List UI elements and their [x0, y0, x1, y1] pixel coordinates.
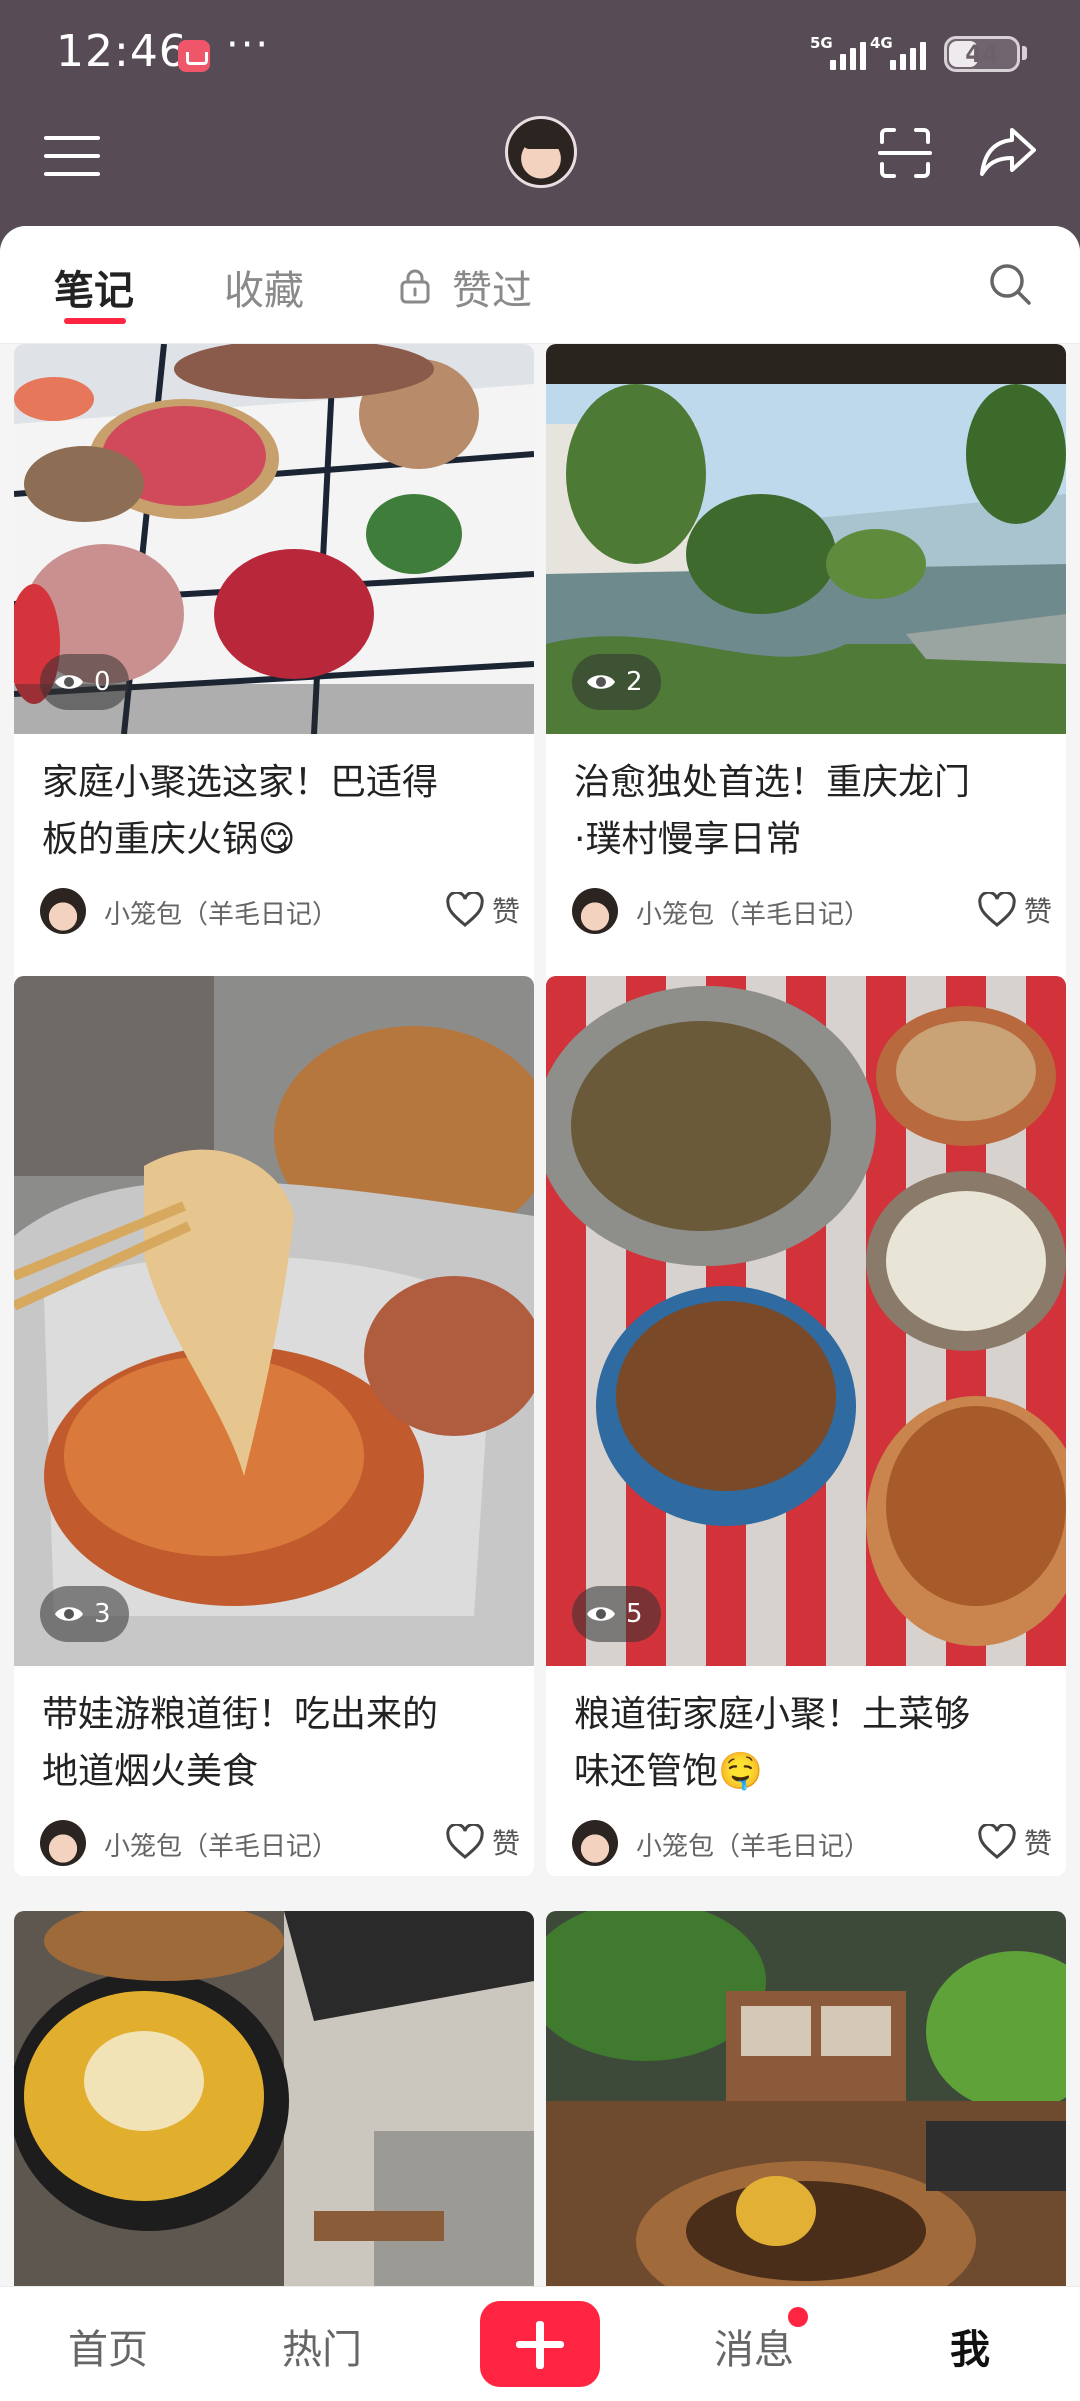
- note-footer: 小笼包（羊毛日记） 赞: [572, 884, 1052, 940]
- author-name[interactable]: 小笼包（羊毛日记）: [104, 1826, 338, 1863]
- create-post-button[interactable]: [480, 2301, 600, 2387]
- author-avatar[interactable]: [572, 1820, 618, 1866]
- nav-home[interactable]: 首页: [68, 2317, 148, 2375]
- eye-icon: [55, 1607, 83, 1621]
- views-badge: 5: [572, 1586, 661, 1642]
- views-count: 0: [94, 667, 111, 697]
- profile-header: [0, 110, 1080, 225]
- note-title-line: 粮道街家庭小聚！土菜够: [574, 1694, 971, 1735]
- hamburger-menu-icon[interactable]: [44, 136, 100, 184]
- note-card[interactable]: [546, 1911, 1066, 2286]
- heart-icon: [446, 1824, 484, 1859]
- share-icon[interactable]: [978, 124, 1038, 180]
- note-card[interactable]: 5 粮道街家庭小聚！土菜够 味还管饱🤤 小笼包（羊毛日记） 赞: [546, 976, 1066, 1876]
- eye-icon: [55, 675, 83, 689]
- note-card[interactable]: [14, 1911, 534, 2286]
- note-title-line: 治愈独处首选！重庆龙门: [574, 762, 971, 803]
- note-title-line: 家庭小聚选这家！巴适得: [42, 762, 439, 803]
- scan-icon[interactable]: [878, 126, 932, 180]
- battery-tip: [1022, 46, 1027, 60]
- note-cover-image: [546, 1911, 1066, 2286]
- lock-icon: [400, 269, 430, 304]
- store-app-icon: [178, 40, 210, 72]
- heart-icon: [978, 1824, 1016, 1859]
- unread-badge: [788, 2307, 808, 2327]
- battery-percent: 44: [965, 40, 999, 68]
- note-title-line: 地道烟火美食: [42, 1751, 259, 1792]
- like-label: 赞: [1023, 895, 1052, 928]
- note-title[interactable]: 带娃游粮道街！吃出来的 地道烟火美食: [42, 1686, 512, 1800]
- note-cover-image: [546, 976, 1066, 1666]
- views-badge: 2: [572, 654, 661, 710]
- note-footer: 小笼包（羊毛日记） 赞: [40, 1816, 520, 1872]
- note-title-line: ·璞村慢享日常: [574, 819, 802, 860]
- status-time: 12:46: [56, 26, 188, 77]
- more-notifications-icon: ···: [226, 22, 271, 68]
- signal-4g-icon: [890, 38, 926, 70]
- search-icon[interactable]: [988, 262, 1032, 306]
- like-button[interactable]: 赞: [446, 890, 520, 930]
- signal-5g-icon: [830, 38, 866, 70]
- views-count: 5: [626, 1599, 643, 1629]
- like-button[interactable]: 赞: [978, 1822, 1052, 1862]
- profile-tabs: 笔记 收藏 赞过: [0, 226, 1080, 344]
- like-button[interactable]: 赞: [978, 890, 1052, 930]
- like-label: 赞: [1023, 1827, 1052, 1860]
- profile-avatar[interactable]: [505, 116, 577, 188]
- note-title-line: 板的重庆火锅😋: [42, 819, 296, 860]
- note-cover-image: [14, 1911, 534, 2286]
- note-footer: 小笼包（羊毛日记） 赞: [40, 884, 520, 940]
- views-count: 2: [626, 667, 643, 697]
- note-footer: 小笼包（羊毛日记） 赞: [572, 1816, 1052, 1872]
- author-avatar[interactable]: [40, 1820, 86, 1866]
- heart-icon: [978, 892, 1016, 927]
- views-count: 3: [94, 1599, 111, 1629]
- note-card[interactable]: 3 带娃游粮道街！吃出来的 地道烟火美食 小笼包（羊毛日记） 赞: [14, 976, 534, 1876]
- eye-icon: [587, 675, 615, 689]
- tab-liked[interactable]: 赞过: [452, 258, 532, 316]
- note-title[interactable]: 粮道街家庭小聚！土菜够 味还管饱🤤: [574, 1686, 1044, 1800]
- author-name[interactable]: 小笼包（羊毛日记）: [636, 1826, 870, 1863]
- views-badge: 0: [40, 654, 129, 710]
- active-tab-indicator: [64, 318, 126, 324]
- bottom-navigation: 首页 热门 消息 我: [0, 2286, 1080, 2401]
- author-name[interactable]: 小笼包（羊毛日记）: [636, 894, 870, 931]
- note-title-line: 味还管饱🤤: [574, 1751, 763, 1792]
- nav-hot[interactable]: 热门: [282, 2317, 362, 2375]
- nav-me[interactable]: 我: [950, 2317, 990, 2375]
- nav-messages[interactable]: 消息: [714, 2317, 794, 2375]
- author-avatar[interactable]: [572, 888, 618, 934]
- note-title[interactable]: 治愈独处首选！重庆龙门 ·璞村慢享日常: [574, 754, 1044, 868]
- like-button[interactable]: 赞: [446, 1822, 520, 1862]
- status-bar: 12:46 ··· 5G 4G 44: [0, 0, 1080, 110]
- like-label: 赞: [491, 895, 520, 928]
- like-label: 赞: [491, 1827, 520, 1860]
- tab-collections[interactable]: 收藏: [224, 258, 304, 316]
- note-title[interactable]: 家庭小聚选这家！巴适得 板的重庆火锅😋: [42, 754, 512, 868]
- author-avatar[interactable]: [40, 888, 86, 934]
- author-name[interactable]: 小笼包（羊毛日记）: [104, 894, 338, 931]
- notes-panel: 笔记 收藏 赞过 0 家庭小聚选这家！巴适得 板的重庆火锅😋 小笼包（羊毛日记）…: [0, 226, 1080, 2286]
- views-badge: 3: [40, 1586, 129, 1642]
- tab-notes[interactable]: 笔记: [54, 258, 134, 316]
- eye-icon: [587, 1607, 615, 1621]
- note-cover-image: [14, 976, 534, 1666]
- heart-icon: [446, 892, 484, 927]
- battery-icon: 44: [944, 36, 1020, 72]
- note-title-line: 带娃游粮道街！吃出来的: [42, 1694, 439, 1735]
